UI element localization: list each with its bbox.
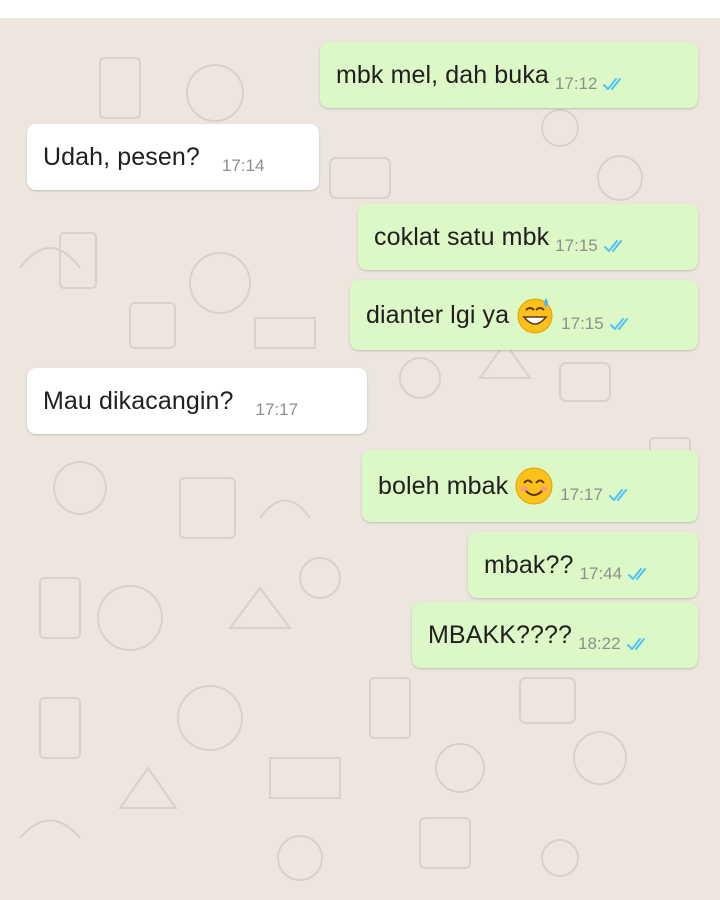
- read-double-tick-icon: [608, 489, 627, 501]
- message-text: dianter lgi ya: [366, 300, 510, 329]
- message-bubble-outgoing[interactable]: dianter lgi ya 17:15: [350, 280, 698, 350]
- message-timestamp: 17:15: [555, 236, 598, 255]
- read-double-tick-icon: [626, 638, 645, 650]
- grinning-face-with-sweat-emoji: [517, 298, 553, 334]
- message-bubble-incoming[interactable]: Udah, pesen? 17:14: [27, 124, 319, 190]
- message-timestamp: 17:12: [554, 74, 598, 93]
- message-text: coklat satu mbk: [374, 222, 550, 251]
- message-timestamp: 17:15: [561, 314, 604, 333]
- message-timestamp: 17:44: [579, 564, 623, 583]
- message-timestamp: 17:17: [560, 485, 603, 504]
- message-timestamp: 17:14: [221, 156, 265, 175]
- message-bubble-outgoing[interactable]: coklat satu mbk 17:15: [358, 204, 698, 270]
- read-double-tick-icon: [609, 318, 628, 330]
- chat-thread: mbk mel, dah buka 17:12 Udah, pesen? 17:…: [0, 18, 720, 900]
- message-text: Mau dikacangin?: [43, 386, 234, 415]
- message-text: mbk mel, dah buka: [336, 60, 549, 89]
- message-timestamp: 17:17: [255, 400, 299, 419]
- message-bubble-outgoing[interactable]: MBAKK???? 18:22: [412, 602, 698, 668]
- read-double-tick-icon: [603, 240, 622, 252]
- message-bubble-outgoing[interactable]: mbak?? 17:44: [468, 532, 698, 598]
- message-text: mbak??: [484, 550, 574, 579]
- message-bubble-incoming[interactable]: Mau dikacangin? 17:17: [27, 368, 367, 434]
- message-bubble-outgoing[interactable]: mbk mel, dah buka 17:12: [320, 42, 698, 108]
- message-text: boleh mbak: [378, 471, 509, 500]
- message-timestamp: 18:22: [578, 634, 621, 653]
- message-text: MBAKK????: [428, 620, 573, 649]
- read-double-tick-icon: [603, 78, 622, 90]
- message-text: Udah, pesen?: [43, 142, 200, 171]
- message-bubble-outgoing[interactable]: boleh mbak 17:17: [362, 450, 698, 522]
- smiling-face-with-smiling-eyes-emoji: [515, 467, 553, 505]
- read-double-tick-icon: [628, 568, 647, 580]
- top-edge: [0, 0, 720, 18]
